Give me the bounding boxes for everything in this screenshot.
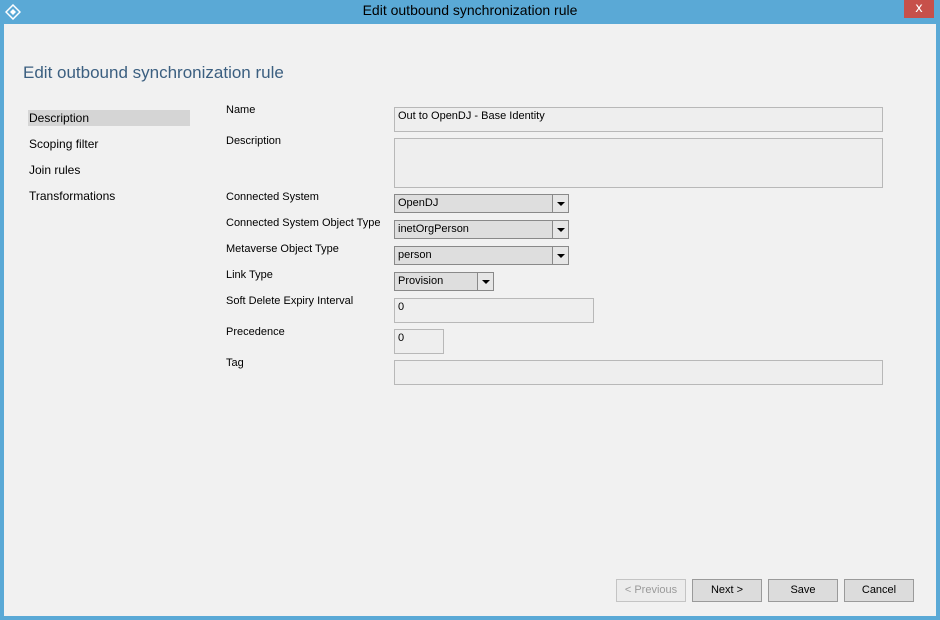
chevron-down-icon [552,221,568,238]
next-button[interactable]: Next > [692,579,762,602]
close-icon: x [915,1,923,16]
name-value: Out to OpenDJ - Base Identity [398,110,545,122]
save-button[interactable]: Save [768,579,838,602]
tag-field[interactable] [394,360,883,385]
link-type-dropdown[interactable]: Provision [394,272,494,291]
soft-delete-expiry-interval-field[interactable]: 0 [394,298,594,323]
cancel-button[interactable]: Cancel [844,579,914,602]
soft-delete-expiry-interval-value: 0 [398,301,405,313]
connected-system-object-type-label: Connected System Object Type [226,217,381,229]
chevron-down-icon [552,247,568,264]
close-button[interactable]: x [904,0,934,18]
metaverse-object-type-value: person [398,249,432,261]
chevron-down-icon [552,195,568,212]
nav-item-scoping-filter[interactable]: Scoping filter [28,136,190,152]
title-bar: Edit outbound synchronization rule x [0,0,940,24]
link-type-value: Provision [398,275,444,287]
precedence-value: 0 [398,332,405,344]
connected-system-label: Connected System [226,191,319,203]
connected-system-dropdown[interactable]: OpenDJ [394,194,569,213]
previous-button[interactable]: < Previous [616,579,686,602]
metaverse-object-type-dropdown[interactable]: person [394,246,569,265]
name-field[interactable]: Out to OpenDJ - Base Identity [394,107,883,132]
tag-label: Tag [226,357,244,369]
connected-system-value: OpenDJ [398,197,439,209]
precedence-field[interactable]: 0 [394,329,444,354]
soft-delete-expiry-interval-label: Soft Delete Expiry Interval [226,295,354,307]
nav-item-join-rules[interactable]: Join rules [28,162,190,178]
connected-system-object-type-value: inetOrgPerson [398,223,469,235]
name-label: Name [226,104,256,116]
metaverse-object-type-label: Metaverse Object Type [226,243,339,255]
link-type-label: Link Type [226,269,273,281]
chevron-down-icon [477,273,493,290]
connected-system-object-type-dropdown[interactable]: inetOrgPerson [394,220,569,239]
precedence-label: Precedence [226,326,285,338]
window-title: Edit outbound synchronization rule [362,2,578,18]
nav-item-description[interactable]: Description [28,110,190,126]
description-label: Description [226,135,282,147]
dialog-body: Edit outbound synchronization rule Descr… [4,24,936,616]
description-field[interactable] [394,138,883,188]
page-title: Edit outbound synchronization rule [23,63,284,82]
nav-item-transformations[interactable]: Transformations [28,188,190,204]
